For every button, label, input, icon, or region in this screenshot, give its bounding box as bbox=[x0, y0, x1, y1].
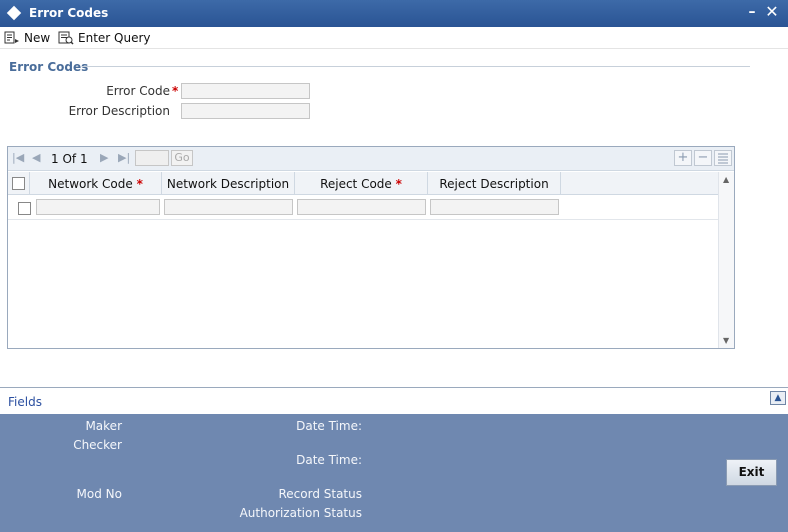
authorization-status-label: Authorization Status bbox=[239, 506, 362, 520]
required-marker: * bbox=[172, 84, 179, 98]
enter-query-label: Enter Query bbox=[78, 31, 151, 45]
maker-label: Maker bbox=[85, 419, 122, 433]
mod-no-label: Mod No bbox=[76, 487, 122, 501]
select-all-cell bbox=[8, 172, 30, 195]
title-bar: Error Codes – ✕ bbox=[0, 0, 788, 27]
scroll-up-icon[interactable]: ▲ bbox=[723, 175, 729, 184]
enter-query-button[interactable]: Enter Query bbox=[58, 27, 151, 49]
new-document-icon bbox=[4, 31, 20, 45]
list-icon[interactable] bbox=[714, 150, 732, 166]
fields-bar: Fields ▲ bbox=[0, 387, 788, 414]
new-button[interactable]: New bbox=[4, 27, 50, 49]
window-title: Error Codes bbox=[29, 6, 109, 20]
minus-icon[interactable]: − bbox=[694, 150, 712, 166]
checker-label: Checker bbox=[73, 438, 122, 452]
exit-button[interactable]: Exit bbox=[726, 459, 777, 486]
network-description-field[interactable] bbox=[164, 199, 293, 215]
close-icon[interactable]: ✕ bbox=[764, 3, 780, 21]
audit-panel: Maker Checker Date Time: Date Time: Mod … bbox=[0, 414, 788, 532]
error-code-label: Error Code bbox=[106, 84, 170, 98]
grid-toolbar: |◀ ◀ 1 Of 1 ▶ ▶| Go + − bbox=[8, 147, 734, 171]
row-checkbox[interactable] bbox=[18, 202, 31, 215]
first-page-icon[interactable]: |◀ bbox=[12, 152, 24, 164]
reject-code-field[interactable] bbox=[297, 199, 426, 215]
page-current: 1 bbox=[51, 152, 59, 166]
section-legend: Error Codes bbox=[9, 60, 89, 74]
error-code-field[interactable] bbox=[181, 83, 310, 99]
scroll-down-icon[interactable]: ▼ bbox=[723, 336, 729, 345]
last-page-icon[interactable]: ▶| bbox=[118, 152, 130, 164]
plus-icon[interactable]: + bbox=[674, 150, 692, 166]
grid-header: Network Code * Network Description Rejec… bbox=[8, 172, 718, 195]
next-page-icon[interactable]: ▶ bbox=[100, 152, 108, 164]
minimize-icon[interactable]: – bbox=[745, 4, 759, 20]
page-total: 1 bbox=[79, 152, 88, 166]
chevron-up-icon[interactable]: ▲ bbox=[770, 391, 786, 405]
previous-page-icon[interactable]: ◀ bbox=[32, 152, 40, 164]
query-icon bbox=[58, 31, 74, 45]
network-code-field[interactable] bbox=[36, 199, 160, 215]
toolbar: New Enter Query bbox=[0, 27, 788, 49]
reject-description-field[interactable] bbox=[430, 199, 559, 215]
page-info: 1 Of 1 bbox=[51, 152, 88, 166]
goto-page-input[interactable] bbox=[135, 150, 169, 166]
legend-divider bbox=[82, 66, 750, 67]
fields-link[interactable]: Fields bbox=[8, 395, 42, 409]
error-description-field[interactable] bbox=[181, 103, 310, 119]
page-of: Of bbox=[62, 152, 77, 166]
grid-vertical-scrollbar[interactable]: ▲ ▼ bbox=[718, 172, 734, 348]
column-header-reject-description[interactable]: Reject Description bbox=[428, 172, 561, 195]
column-header-network-description[interactable]: Network Description bbox=[162, 172, 295, 195]
column-header-network-code[interactable]: Network Code * bbox=[30, 172, 162, 195]
record-status-label: Record Status bbox=[278, 487, 362, 501]
table-row bbox=[8, 196, 718, 220]
diamond-icon bbox=[6, 5, 22, 21]
select-all-checkbox[interactable] bbox=[12, 177, 25, 190]
new-label: New bbox=[24, 31, 51, 45]
go-button[interactable]: Go bbox=[171, 150, 193, 166]
network-reject-grid: |◀ ◀ 1 Of 1 ▶ ▶| Go + − Network Code * N… bbox=[7, 146, 735, 349]
column-header-reject-code[interactable]: Reject Code * bbox=[295, 172, 428, 195]
maker-date-time-label: Date Time: bbox=[296, 419, 362, 433]
checker-date-time-label: Date Time: bbox=[296, 453, 362, 467]
error-description-label: Error Description bbox=[68, 104, 170, 118]
